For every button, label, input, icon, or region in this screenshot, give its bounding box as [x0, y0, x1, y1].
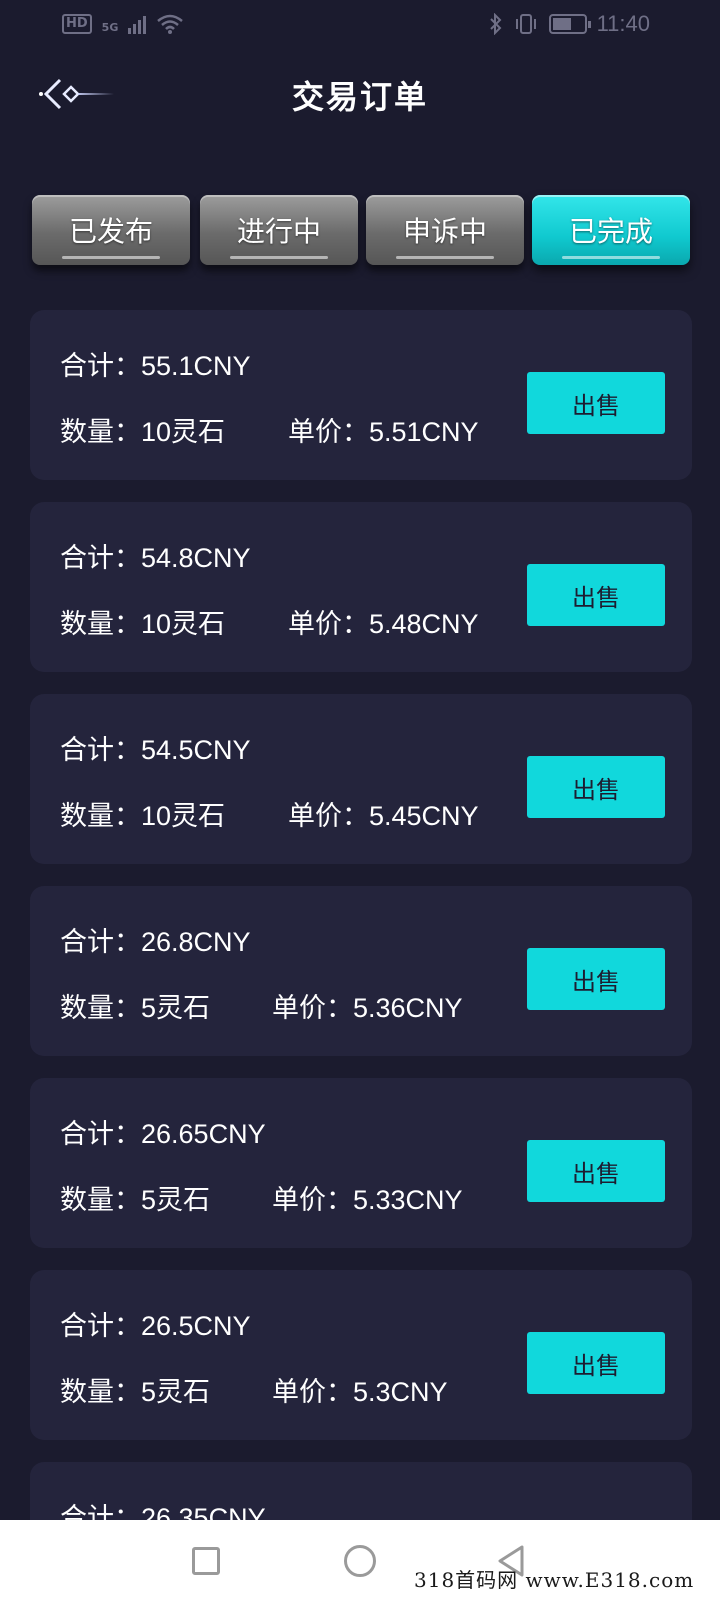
- sell-button[interactable]: 出售: [527, 1140, 665, 1202]
- status-bar: HD 5G 11:40: [0, 0, 720, 48]
- order-unit-price: 单价：5.48CNY: [288, 609, 479, 639]
- vibrate-icon: [515, 14, 536, 34]
- signal-icon: [128, 14, 147, 34]
- watermark-text: 318首码网 www.E318.com: [414, 1568, 695, 1592]
- bluetooth-icon: [489, 13, 501, 35]
- order-status-tabs: 已发布 进行中 申诉中 已完成: [32, 195, 692, 275]
- order-card: 合计：54.5CNY 数量：10灵石 单价：5.45CNY 出售: [30, 694, 692, 864]
- home-circle-icon[interactable]: [344, 1545, 376, 1577]
- tab-completed[interactable]: 已完成: [532, 195, 690, 265]
- wifi-icon: [157, 14, 184, 34]
- order-card: 合计：26.8CNY 数量：5灵石 单价：5.36CNY 出售: [30, 886, 692, 1056]
- order-total: 合计：26.8CNY: [60, 927, 251, 957]
- network-gen: 5G: [101, 21, 119, 34]
- order-quantity: 数量：5灵石: [60, 1185, 211, 1215]
- status-time: 11:40: [596, 11, 650, 36]
- order-card: 合计：26.65CNY 数量：5灵石 单价：5.33CNY 出售: [30, 1078, 692, 1248]
- sell-button[interactable]: 出售: [527, 756, 665, 818]
- battery-icon: [548, 14, 591, 34]
- sell-button[interactable]: 出售: [527, 564, 665, 626]
- page-title: 交易订单: [291, 78, 428, 116]
- order-unit-price: 单价：5.33CNY: [272, 1185, 463, 1215]
- order-quantity: 数量：10灵石: [60, 609, 226, 639]
- status-left: HD 5G: [62, 13, 184, 35]
- order-quantity: 数量：10灵石: [60, 417, 226, 447]
- order-total: 合计：55.1CNY: [60, 351, 251, 381]
- tab-appeal[interactable]: 申诉中: [366, 195, 524, 265]
- order-card: 合计：55.1CNY 数量：10灵石 单价：5.51CNY 出售: [30, 310, 692, 480]
- status-right: 11:40: [489, 11, 650, 37]
- recent-apps-square-icon[interactable]: [192, 1547, 220, 1575]
- order-quantity: 数量：5灵石: [60, 1377, 211, 1407]
- sell-button[interactable]: 出售: [527, 372, 665, 434]
- order-unit-price: 单价：5.45CNY: [288, 801, 479, 831]
- header: 交易订单: [0, 56, 720, 132]
- sell-button[interactable]: 出售: [527, 1332, 665, 1394]
- hd-indicator: HD: [62, 14, 92, 34]
- order-total: 合计：54.5CNY: [60, 735, 251, 765]
- order-unit-price: 单价：5.51CNY: [288, 417, 479, 447]
- order-card: 合计：26.5CNY 数量：5灵石 单价：5.3CNY 出售: [30, 1270, 692, 1440]
- sell-button[interactable]: 出售: [527, 948, 665, 1010]
- tab-published[interactable]: 已发布: [32, 195, 190, 265]
- order-unit-price: 单价：5.36CNY: [272, 993, 463, 1023]
- system-nav-bar: 318首码网 www.E318.com: [0, 1520, 720, 1600]
- order-total: 合计：26.5CNY: [60, 1311, 251, 1341]
- order-unit-price: 单价：5.3CNY: [272, 1377, 448, 1407]
- order-quantity: 数量：5灵石: [60, 993, 211, 1023]
- order-total: 合计：54.8CNY: [60, 543, 251, 573]
- order-card: 合计：26.35CNY: [30, 1462, 692, 1533]
- tab-in-progress[interactable]: 进行中: [200, 195, 358, 265]
- order-card: 合计：54.8CNY 数量：10灵石 单价：5.48CNY 出售: [30, 502, 692, 672]
- order-quantity: 数量：10灵石: [60, 801, 226, 831]
- order-total: 合计：26.65CNY: [60, 1119, 266, 1149]
